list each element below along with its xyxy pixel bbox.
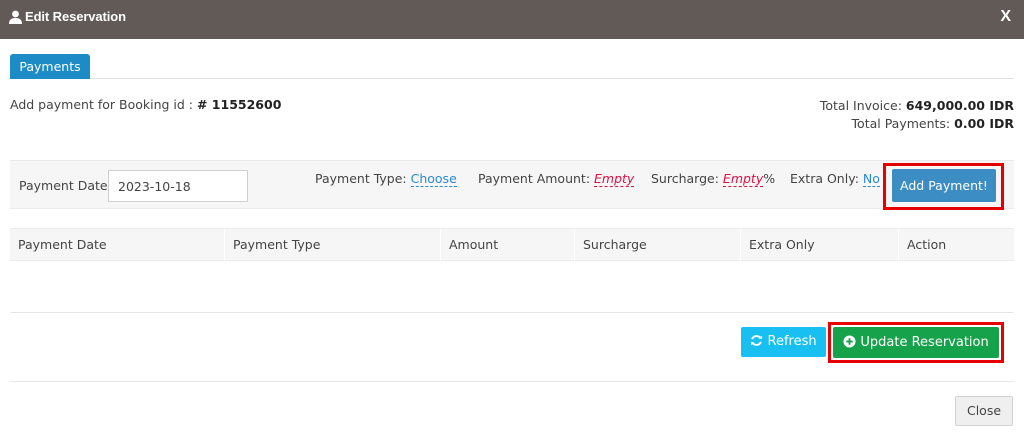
payment-type-field: Payment Type: Choose bbox=[315, 171, 457, 187]
extra-only-field: Extra Only: No bbox=[790, 171, 880, 187]
booking-id: # 11552600 bbox=[196, 97, 282, 112]
plus-circle-icon bbox=[843, 335, 856, 348]
payment-date-label: Payment Date: bbox=[19, 178, 112, 193]
add-payment-button[interactable]: Add Payment! bbox=[892, 169, 996, 202]
col-payment-date: Payment Date bbox=[18, 237, 107, 252]
surcharge-editable[interactable]: Empty bbox=[722, 171, 764, 187]
booking-info: Add payment for Booking id : # 11552600 bbox=[10, 97, 281, 112]
payment-amount-editable[interactable]: Empty bbox=[594, 171, 635, 187]
close-icon[interactable]: X bbox=[1000, 8, 1011, 26]
totals: Total Invoice: 649,000.00 IDR Total Paym… bbox=[820, 97, 1014, 133]
update-reservation-button[interactable]: Update Reservation bbox=[833, 327, 999, 358]
surcharge-field: Surcharge: Empty% bbox=[651, 171, 776, 187]
payments-table-header: Payment Date Payment Type Amount Surchar… bbox=[10, 228, 1014, 262]
col-extra-only: Extra Only bbox=[740, 229, 898, 262]
extra-only-label: Extra Only: bbox=[790, 171, 859, 186]
surcharge-label: Surcharge: bbox=[651, 171, 719, 186]
payment-amount-field: Payment Amount: Empty bbox=[478, 171, 635, 187]
update-reservation-label: Update Reservation bbox=[860, 335, 989, 350]
dialog-titlebar: Edit Reservation X bbox=[0, 0, 1024, 39]
refresh-button[interactable]: Refresh bbox=[741, 327, 826, 357]
payment-date-input[interactable] bbox=[108, 170, 248, 202]
payment-type-label: Payment Type: bbox=[315, 171, 407, 186]
total-payments-value: 0.00 IDR bbox=[954, 116, 1014, 131]
total-payments: Total Payments: 0.00 IDR bbox=[820, 115, 1014, 133]
col-surcharge: Surcharge bbox=[574, 229, 740, 262]
dialog-title: Edit Reservation bbox=[25, 9, 126, 24]
footer-divider bbox=[10, 381, 1014, 382]
refresh-label: Refresh bbox=[767, 334, 817, 349]
tab-payments[interactable]: Payments bbox=[10, 54, 90, 79]
divider bbox=[10, 312, 1014, 313]
extra-only-editable[interactable]: No bbox=[862, 171, 880, 187]
payment-amount-label: Payment Amount: bbox=[478, 171, 591, 186]
surcharge-unit: % bbox=[763, 171, 776, 186]
total-invoice-value: 649,000.00 IDR bbox=[905, 98, 1014, 113]
payment-type-editable[interactable]: Choose bbox=[410, 171, 457, 187]
col-action: Action bbox=[898, 229, 1014, 262]
total-payments-label: Total Payments: bbox=[851, 116, 951, 131]
col-amount: Amount bbox=[440, 229, 574, 262]
col-payment-type: Payment Type bbox=[224, 229, 440, 262]
total-invoice-label: Total Invoice: bbox=[819, 98, 902, 113]
booking-label: Add payment for Booking id : bbox=[10, 97, 193, 112]
add-payment-form: Payment Date: Payment Type: Choose Payme… bbox=[10, 160, 1014, 209]
refresh-icon bbox=[751, 335, 763, 346]
close-button[interactable]: Close bbox=[955, 396, 1013, 426]
user-icon bbox=[9, 10, 22, 24]
tab-bar: Payments bbox=[10, 54, 1014, 79]
total-invoice: Total Invoice: 649,000.00 IDR bbox=[820, 97, 1014, 115]
